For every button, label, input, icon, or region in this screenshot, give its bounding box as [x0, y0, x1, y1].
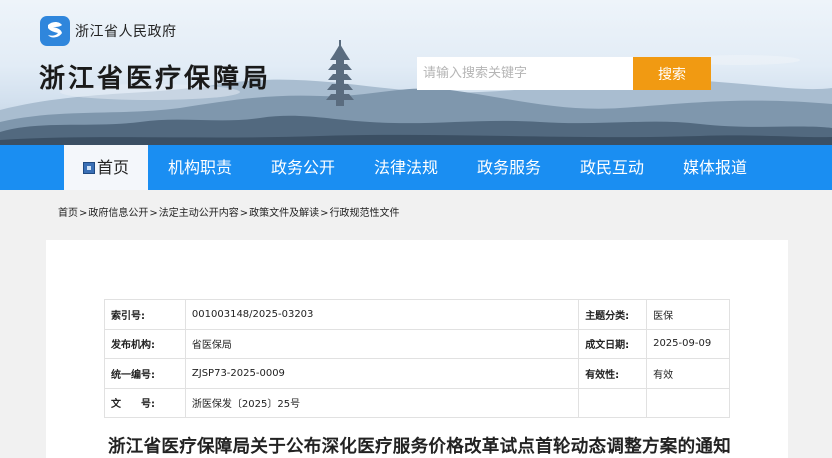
table-row: 发布机构: 省医保局 成文日期: 2025-09-09 — [104, 328, 730, 359]
breadcrumb-separator: > — [320, 208, 329, 219]
nav-item-laws[interactable]: 法律法规 — [361, 145, 451, 190]
nav-item-label: 首页 — [96, 158, 129, 177]
site-header: 浙江省人民政府 浙江省医疗保障局 搜索 — [0, 0, 832, 145]
meta-key: 成文日期: — [578, 328, 648, 359]
breadcrumb-item[interactable]: 首页 — [58, 208, 78, 219]
nav-item-home[interactable]: 首页 — [64, 145, 148, 190]
article-panel: 索引号: 001003148/2025-03203 主题分类: 医保 发布机构:… — [46, 240, 788, 458]
nav-item-media[interactable]: 媒体报道 — [670, 145, 760, 190]
table-row: 索引号: 001003148/2025-03203 主题分类: 医保 — [104, 299, 730, 330]
search-input[interactable] — [417, 57, 633, 90]
meta-value: 医保 — [646, 299, 730, 330]
breadcrumb-item[interactable]: 法定主动公开内容 — [159, 208, 239, 219]
nav-item-interaction[interactable]: 政民互动 — [567, 145, 657, 190]
meta-value: 2025-09-09 — [646, 328, 730, 359]
meta-key — [578, 387, 648, 418]
meta-value: 省医保局 — [184, 328, 580, 359]
meta-value: ZJSP73-2025-0009 — [184, 358, 580, 389]
meta-value: 有效 — [646, 358, 730, 389]
gov-portal-name[interactable]: 浙江省人民政府 — [75, 21, 177, 41]
home-icon — [82, 162, 95, 174]
breadcrumb: 首页>政府信息公开>法定主动公开内容>政策文件及解读>行政规范性文件 — [58, 204, 400, 219]
breadcrumb-item[interactable]: 政府信息公开 — [88, 208, 148, 219]
meta-key: 主题分类: — [578, 299, 648, 330]
site-title: 浙江省医疗保障局 — [39, 64, 272, 94]
breadcrumb-separator: > — [239, 208, 249, 219]
table-row: 统一编号: ZJSP73-2025-0009 有效性: 有效 — [104, 358, 730, 389]
meta-value — [646, 387, 730, 418]
breadcrumb-item[interactable]: 行政规范性文件 — [330, 208, 400, 219]
table-row: 文 号: 浙医保发〔2025〕25号 — [104, 387, 730, 418]
meta-value: 001003148/2025-03203 — [184, 299, 580, 330]
main-nav: 首页 机构职责 政务公开 法律法规 政务服务 政民互动 媒体报道 — [0, 145, 832, 190]
breadcrumb-separator: > — [149, 208, 158, 219]
document-metadata-table: 索引号: 001003148/2025-03203 主题分类: 医保 发布机构:… — [104, 299, 730, 418]
nav-item-gov-services[interactable]: 政务服务 — [464, 145, 554, 190]
meta-key: 发布机构: — [104, 328, 186, 359]
meta-key: 统一编号: — [104, 358, 186, 389]
nav-item-organization[interactable]: 机构职责 — [155, 145, 245, 190]
breadcrumb-item[interactable]: 政策文件及解读 — [249, 208, 319, 219]
zhejiang-gov-logo-icon[interactable] — [40, 16, 70, 46]
meta-key: 有效性: — [578, 358, 648, 389]
document-title: 浙江省医疗保障局关于公布深化医疗服务价格改革试点首轮动态调整方案的通知 — [108, 437, 731, 457]
search-button[interactable]: 搜索 — [633, 57, 711, 90]
nav-item-gov-affairs-disclosure[interactable]: 政务公开 — [258, 145, 348, 190]
breadcrumb-separator: > — [79, 208, 88, 219]
meta-value: 浙医保发〔2025〕25号 — [184, 387, 580, 418]
meta-key: 索引号: — [104, 299, 186, 330]
meta-key: 文 号: — [104, 387, 186, 418]
